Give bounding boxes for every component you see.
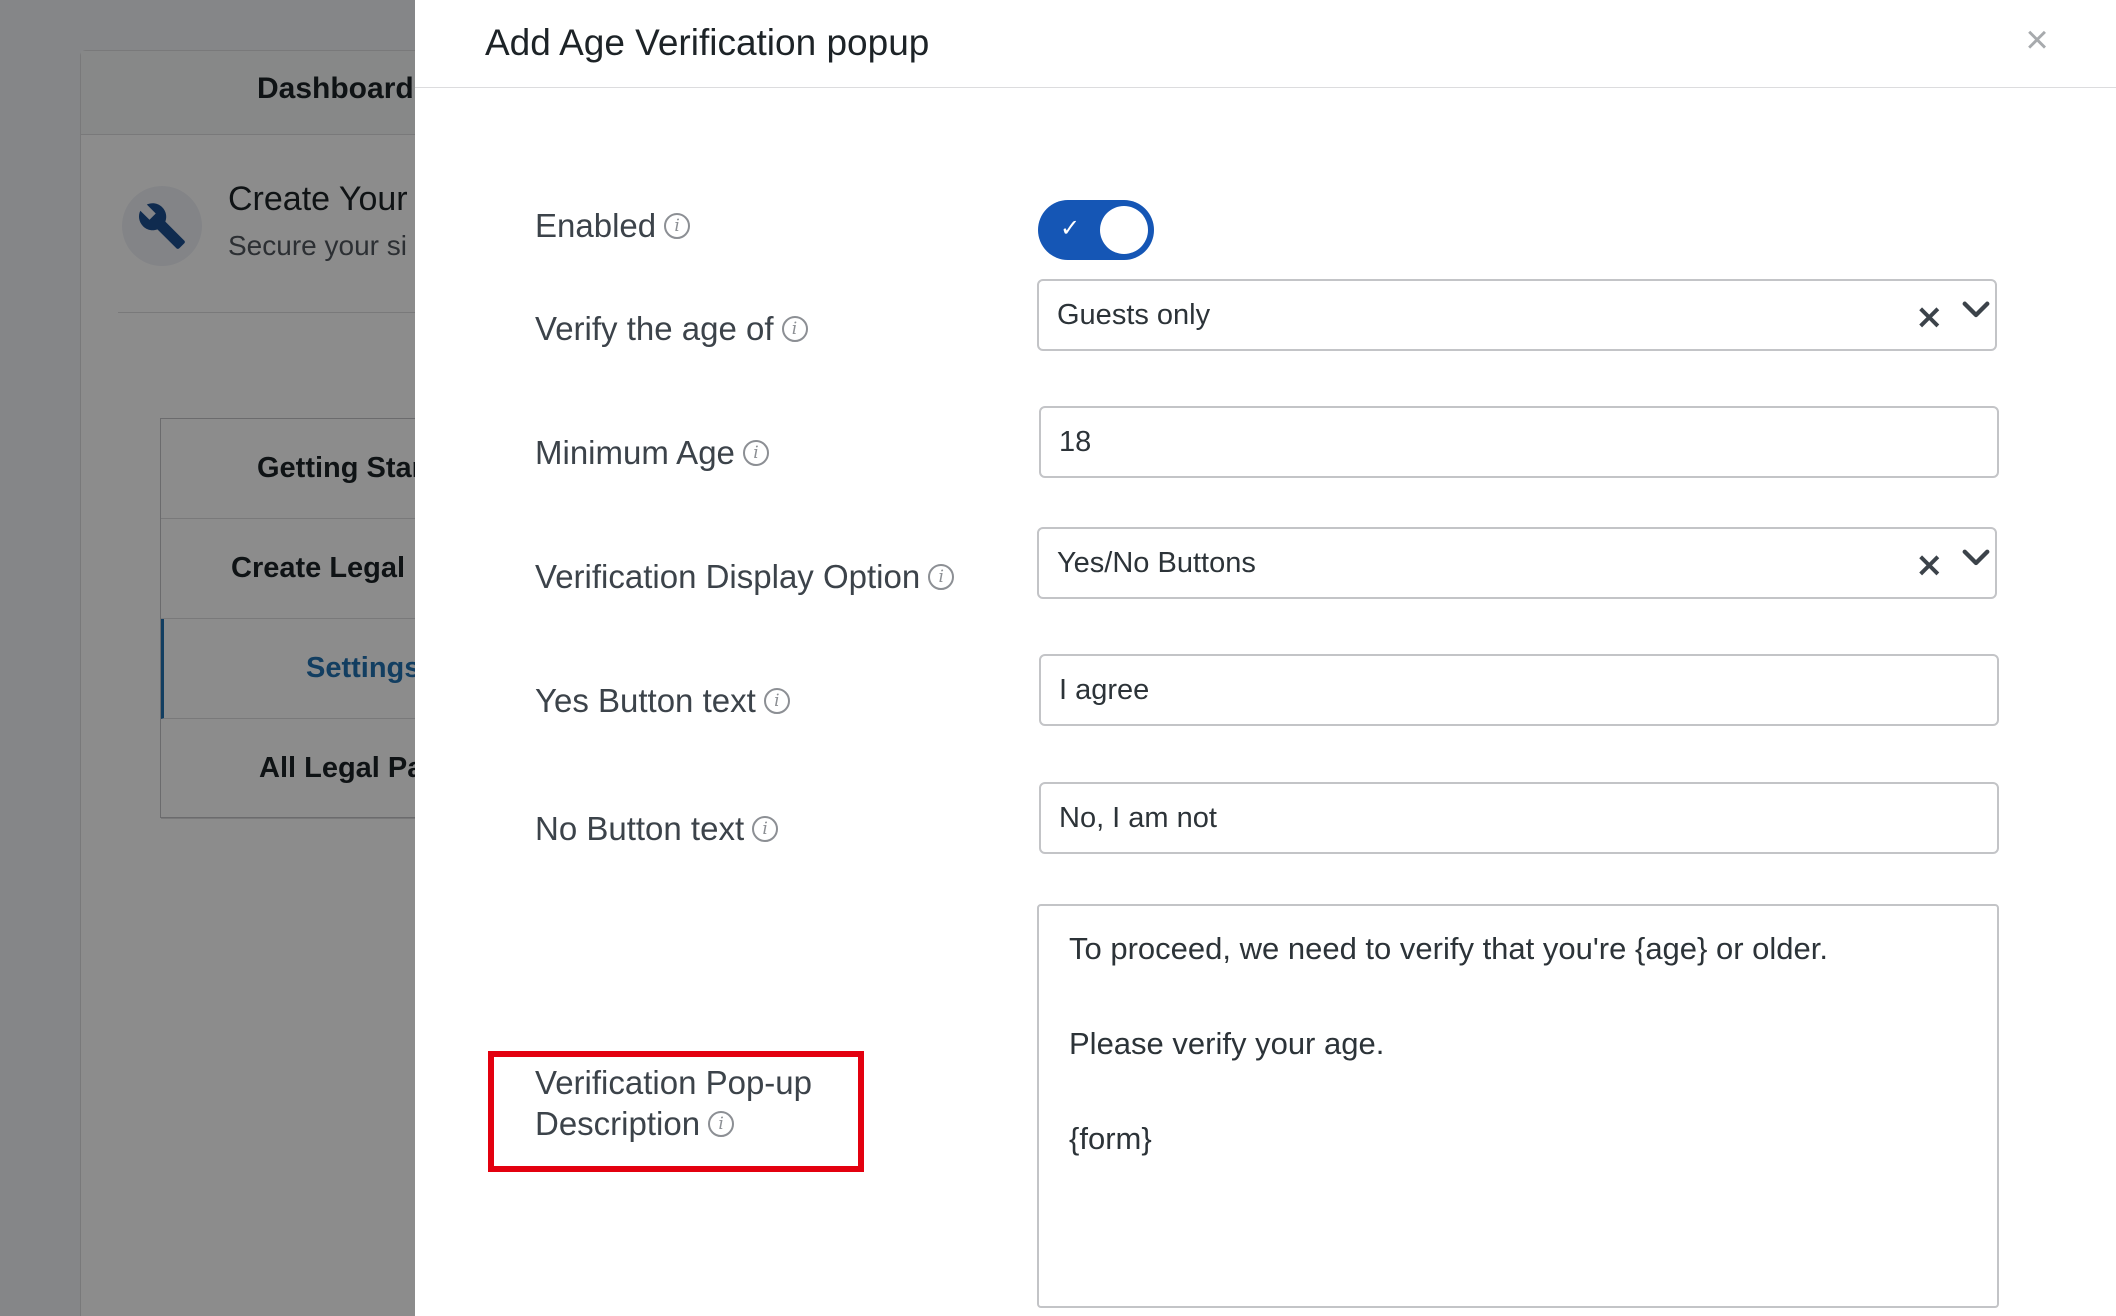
clear-icon[interactable]: × [1915,545,1944,585]
check-icon: ✓ [1060,214,1081,242]
verify-age-label-text: Verify the age of [535,310,774,347]
minimum-age-label-text: Minimum Age [535,434,735,471]
info-icon[interactable]: i [752,816,779,842]
display-option-select[interactable]: Yes/No Buttons × [1037,527,1997,599]
yes-button-label: Yes Button text i [535,682,790,720]
modal-header: Add Age Verification popup × [415,0,2116,88]
enabled-toggle[interactable]: ✓ [1038,200,1154,260]
verify-age-select[interactable]: Guests only × [1037,279,1997,351]
info-icon[interactable]: i [742,440,769,466]
chevron-down-icon[interactable] [1961,295,1991,325]
enabled-label-text: Enabled [535,207,657,244]
description-label-line2-row: Description i [535,1103,812,1144]
display-option-value: Yes/No Buttons [1057,547,1256,579]
display-option-label: Verification Display Option i [535,558,955,596]
description-textarea[interactable]: To proceed, we need to verify that you'r… [1037,904,1999,1308]
description-line: Please verify your age. [1069,1025,1385,1061]
close-icon[interactable]: × [2015,18,2059,62]
info-icon[interactable]: i [781,316,808,342]
yes-button-text-input[interactable] [1039,654,1999,726]
description-label-line2: Description [535,1105,701,1142]
info-icon[interactable]: i [928,564,955,590]
yes-button-label-text: Yes Button text [535,682,756,719]
description-label: Verification Pop-up Description i [535,1062,812,1144]
display-option-label-text: Verification Display Option [535,558,921,595]
modal-title: Add Age Verification popup [485,22,930,63]
enabled-label: Enabled i [535,207,691,245]
clear-icon[interactable]: × [1915,297,1944,337]
verify-age-value: Guests only [1057,299,1211,331]
info-icon[interactable]: i [708,1110,735,1137]
minimum-age-label: Minimum Age i [535,434,769,472]
info-icon[interactable]: i [763,688,790,714]
no-button-label-text: No Button text [535,810,745,847]
verify-age-label: Verify the age of i [535,310,808,348]
toggle-knob [1100,206,1148,254]
description-line: To proceed, we need to verify that you'r… [1069,931,1829,966]
description-line: {form} [1069,1120,1152,1156]
minimum-age-input[interactable] [1039,406,1999,478]
chevron-down-icon[interactable] [1961,543,1991,573]
description-label-line1: Verification Pop-up [535,1064,813,1101]
no-button-label: No Button text i [535,810,779,848]
no-button-text-input[interactable] [1039,782,1999,854]
info-icon[interactable]: i [664,213,691,239]
